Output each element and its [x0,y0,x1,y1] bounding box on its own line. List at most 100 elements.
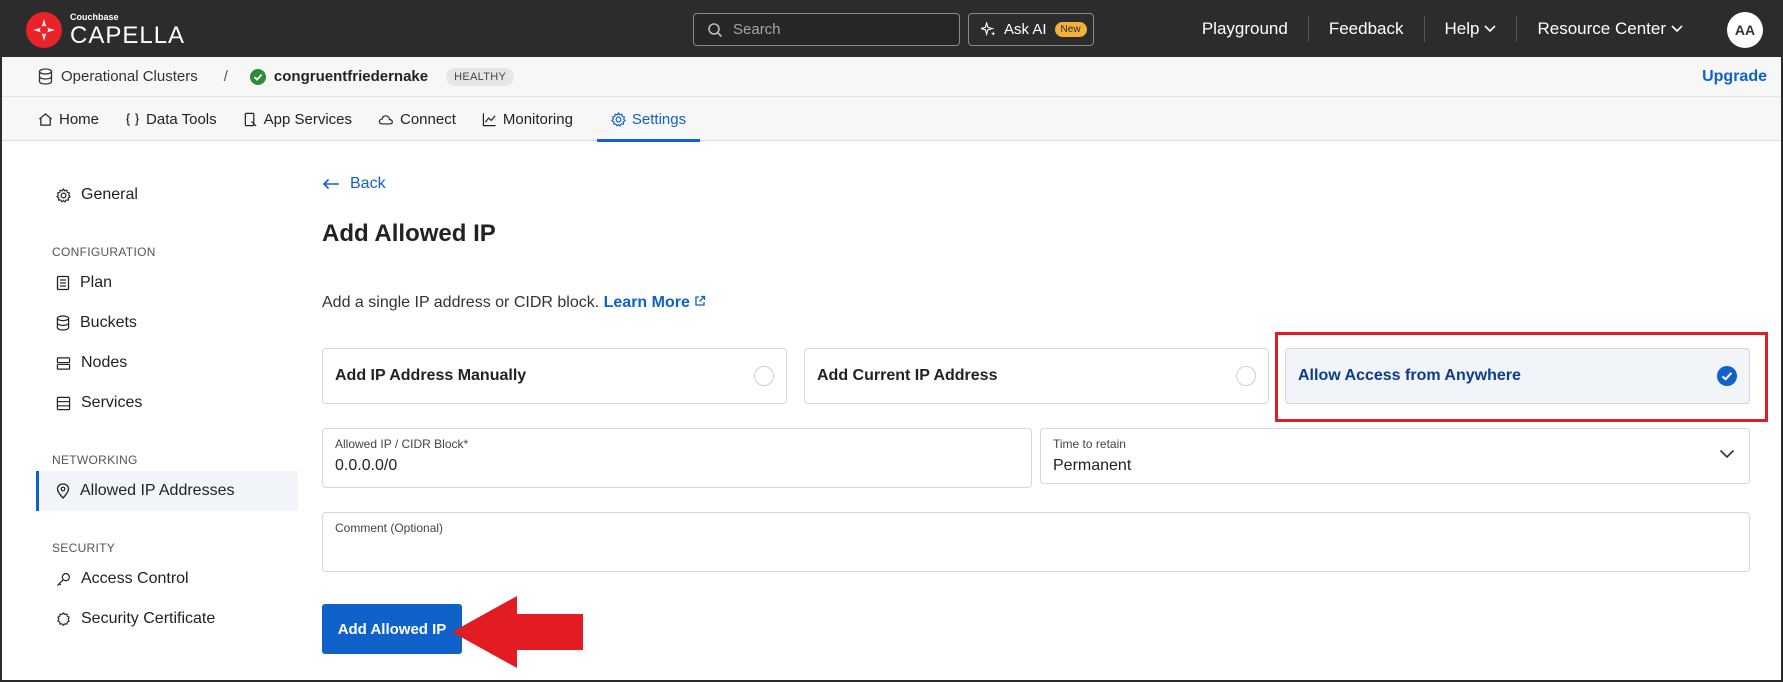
sidebar-item-label: Security Certificate [81,610,216,627]
location-pin-icon [56,483,70,499]
add-allowed-ip-button[interactable]: Add Allowed IP [322,604,462,654]
ask-ai-label: Ask AI [1004,21,1047,38]
sidebar-item-label: Allowed IP Addresses [80,482,235,499]
breadcrumb-root-label: Operational Clusters [61,68,198,85]
couchbase-logo-icon [26,12,62,48]
radio-button[interactable] [1236,366,1256,386]
allowed-ip-field[interactable]: Allowed IP / CIDR Block* 0.0.0.0/0 [322,428,1032,488]
chevron-down-icon [1719,449,1735,459]
option-add-ip-manually[interactable]: Add IP Address Manually [322,348,787,404]
sidebar-item-label: General [81,186,138,203]
time-to-retain-select[interactable]: Time to retain Permanent [1040,428,1750,484]
breadcrumb-cluster[interactable]: congruentfriedernake HEALTHY [249,67,515,86]
search-box[interactable] [693,13,960,46]
tab-app-services[interactable]: App Services [243,97,364,141]
sidebar-item-security-certificate[interactable]: Security Certificate [36,599,298,639]
feedback-link[interactable]: Feedback [1307,15,1424,42]
option-label: Add Current IP Address [817,367,998,384]
sidebar-item-label: Buckets [80,314,137,331]
sparkle-icon [981,22,996,37]
database-icon [56,315,70,331]
plan-icon [56,275,70,291]
tab-connect-label: Connect [400,110,456,128]
option-label: Add IP Address Manually [335,367,527,384]
server-icon [56,356,71,370]
playground-label: Playground [1201,18,1288,38]
upgrade-link[interactable]: Upgrade [1702,68,1767,86]
tab-app-services-label: App Services [263,110,352,128]
sidebar-item-buckets[interactable]: Buckets [36,303,298,343]
sidebar-section-security: SECURITY [52,541,116,555]
sidebar-item-plan[interactable]: Plan [36,263,298,303]
gear-icon [56,187,71,203]
sidebar-item-services[interactable]: Services [36,383,298,423]
logo-big-text: CAPELLA [70,21,186,49]
page-description: Add a single IP address or CIDR block. L… [322,294,706,312]
sidebar-item-label: Plan [80,274,113,291]
red-arrow-annotation [452,596,583,668]
key-icon [56,572,71,586]
page-title: Add Allowed IP [322,220,496,247]
sidebar-item-nodes[interactable]: Nodes [36,343,298,383]
allowed-ip-value: 0.0.0.0/0 [335,457,398,474]
sidebar-item-allowed-ip-addresses[interactable]: Allowed IP Addresses [36,471,298,511]
allowed-ip-label: Allowed IP / CIDR Block* [335,437,469,451]
help-label: Help [1444,18,1480,38]
tab-home-label: Home [59,110,100,128]
comment-field[interactable]: Comment (Optional) [322,512,1750,572]
ask-ai-button[interactable]: Ask AI New [968,13,1094,46]
breadcrumb-separator: / [223,68,228,85]
back-label: Back [350,175,386,192]
settings-sidebar: General CONFIGURATION Plan Buckets Nodes… [36,175,298,639]
help-menu[interactable]: Help [1423,15,1517,42]
external-link-icon [695,295,706,306]
certificate-icon [57,611,70,626]
status-badge: HEALTHY [446,67,515,86]
chart-icon [482,112,496,126]
tab-settings[interactable]: Settings [596,97,701,142]
device-icon [244,112,257,126]
tab-connect[interactable]: Connect [378,97,468,141]
sidebar-item-label: Access Control [81,570,189,587]
logo-small-text: Couchbase [70,11,119,22]
breadcrumb: Operational Clusters / congruentfriedern… [2,57,1781,97]
radio-button[interactable] [754,366,774,386]
tab-data-tools[interactable]: Data Tools [125,97,229,141]
search-input[interactable] [733,21,943,38]
healthy-check-icon [249,68,266,85]
time-to-retain-value: Permanent [1053,457,1132,474]
home-icon [39,112,52,126]
tab-monitoring[interactable]: Monitoring [482,97,585,141]
tab-data-tools-label: Data Tools [146,110,217,128]
cluster-tabs: Home Data Tools App Services Connect Mon… [2,97,1781,142]
sidebar-section-configuration: CONFIGURATION [52,245,156,259]
braces-icon [126,112,139,126]
sidebar-item-access-control[interactable]: Access Control [36,559,298,599]
learn-more-label: Learn More [603,294,690,311]
tab-settings-label: Settings [631,110,687,128]
learn-more-link[interactable]: Learn More [604,294,707,311]
app-window: Couchbase CAPELLA Ask AI New Playground … [0,0,1783,682]
tab-home[interactable]: Home [38,97,111,141]
capella-logo[interactable]: Couchbase CAPELLA [26,12,185,48]
resource-center-menu[interactable]: Resource Center [1516,15,1703,42]
feedback-label: Feedback [1328,18,1404,38]
user-avatar[interactable]: AA [1727,12,1763,48]
tab-monitoring-label: Monitoring [502,110,573,128]
back-link[interactable]: Back [322,175,386,193]
search-icon [708,22,723,37]
new-badge: New [1054,22,1087,37]
comment-label: Comment (Optional) [335,521,444,535]
option-add-current-ip[interactable]: Add Current IP Address [804,348,1269,404]
gear-icon [611,111,626,127]
description-text: Add a single IP address or CIDR block. [322,294,600,311]
chevron-down-icon [1484,24,1497,32]
breadcrumb-operational-clusters[interactable]: Operational Clusters [38,68,198,85]
sidebar-item-label: Nodes [81,354,128,371]
playground-link[interactable]: Playground [1182,16,1308,42]
header-nav: Playground Feedback Help Resource Center [1182,0,1703,57]
sidebar-item-general[interactable]: General [36,175,298,215]
highlight-annotation [1275,332,1768,422]
chevron-down-icon [1671,24,1683,32]
top-bar: Couchbase CAPELLA Ask AI New Playground … [2,0,1781,57]
